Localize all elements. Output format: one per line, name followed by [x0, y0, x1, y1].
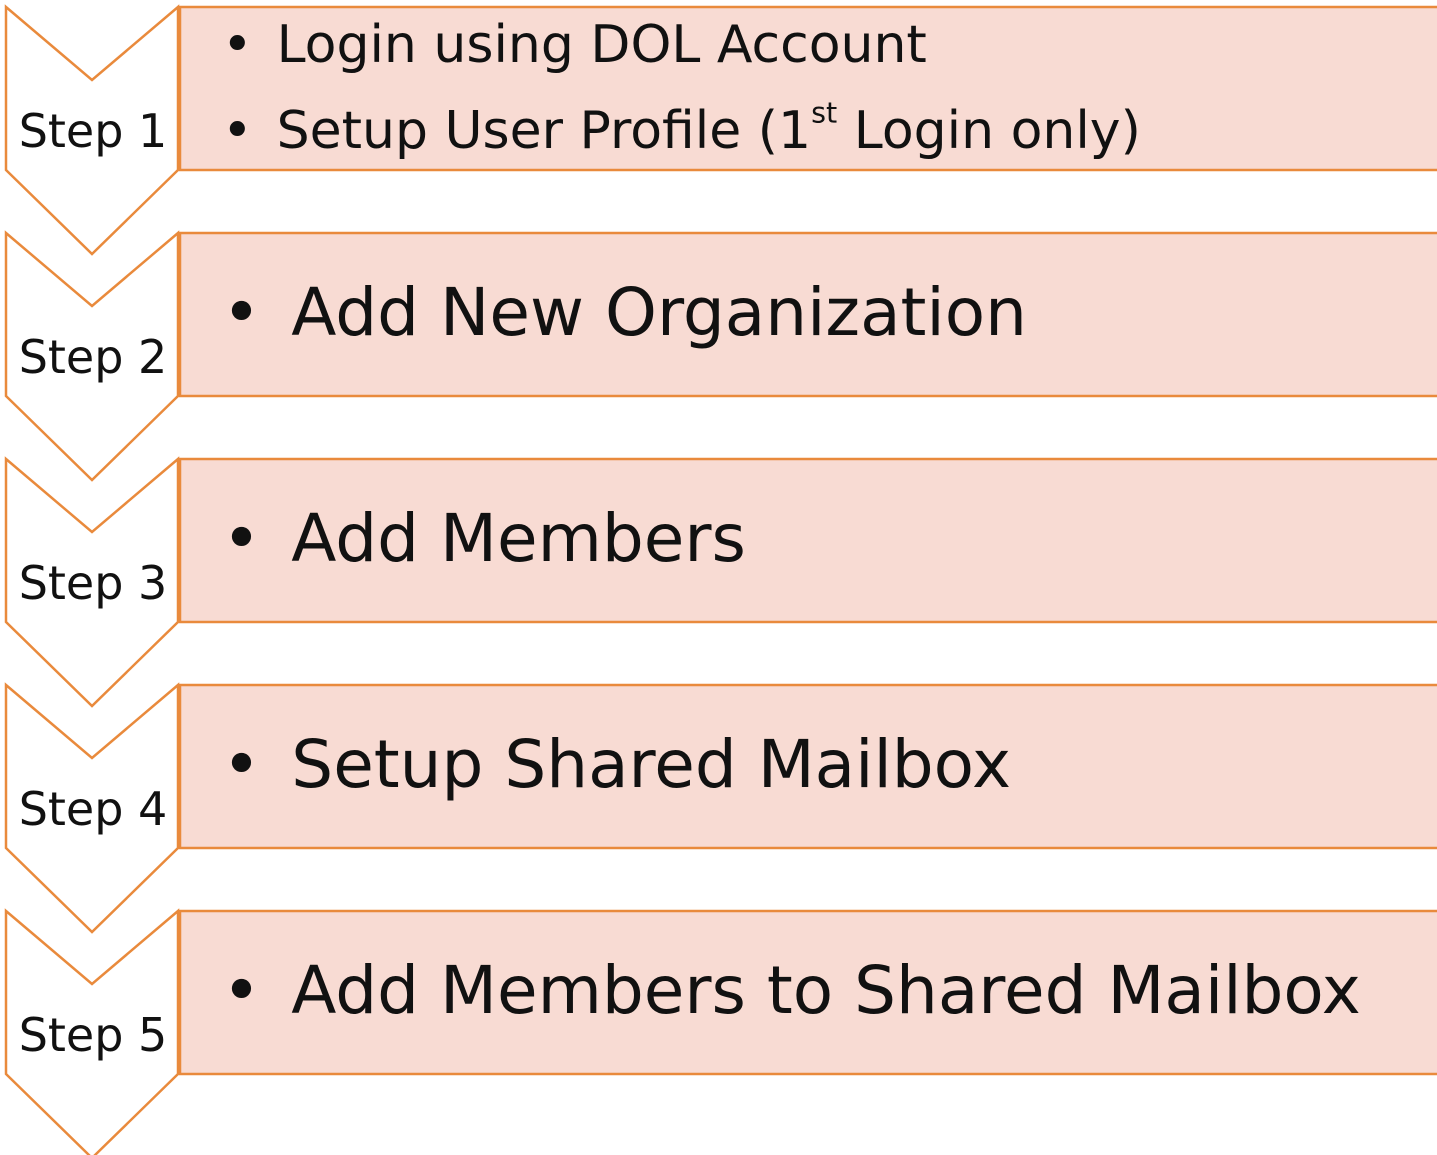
step-5-label: Step 5	[18, 1008, 168, 1062]
step-2-group	[4, 230, 1437, 482]
step-4-list: Setup Shared Mailbox	[222, 725, 1011, 805]
step-1-label: Step 1	[18, 104, 168, 158]
step-4-label: Step 4	[18, 782, 168, 836]
step-1-item-2-text-before: Setup User Profile (1	[276, 101, 812, 161]
step-3-group	[4, 456, 1437, 708]
step-4-item-1: Setup Shared Mailbox	[222, 725, 1011, 805]
step-3-label: Step 3	[18, 556, 168, 610]
step-5-list: Add Members to Shared Mailbox	[222, 951, 1361, 1031]
step-5-group	[4, 908, 1437, 1155]
step-2-list: Add New Organization	[222, 273, 1027, 353]
step-3-list: Add Members	[222, 499, 746, 579]
step-1-item-1: Login using DOL Account	[222, 2, 1141, 88]
step-2-item-1: Add New Organization	[222, 273, 1027, 353]
step-4-group	[4, 682, 1437, 934]
step-1-list: Login using DOL Account Setup User Profi…	[222, 2, 1141, 174]
step-1-item-2: Setup User Profile (1st Login only)	[222, 88, 1141, 174]
step-1-item-2-text-after: Login only)	[837, 101, 1141, 161]
step-5-item-1: Add Members to Shared Mailbox	[222, 951, 1361, 1031]
step-2-label: Step 2	[18, 330, 168, 384]
step-1-item-2-superscript: st	[811, 95, 838, 130]
step-3-item-1: Add Members	[222, 499, 746, 579]
